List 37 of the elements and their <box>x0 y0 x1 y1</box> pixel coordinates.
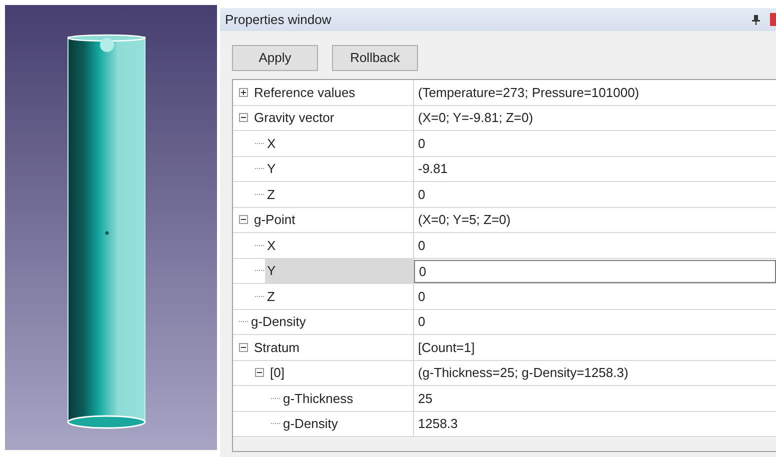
property-value: 1258.3 <box>417 415 459 433</box>
property-name[interactable]: Y <box>265 258 413 283</box>
property-value: 0 <box>417 236 426 254</box>
property-name[interactable]: g-Point <box>252 209 300 230</box>
value-field[interactable]: 0 <box>414 260 776 283</box>
property-value: [Count=1] <box>417 338 476 357</box>
property-name[interactable]: Z <box>265 286 279 307</box>
property-name[interactable]: g-Density <box>281 413 342 434</box>
property-value: 25 <box>417 390 434 408</box>
property-name[interactable]: X <box>265 132 280 154</box>
property-name[interactable]: X <box>265 234 280 256</box>
property-value: (Temperature=273; Pressure=101000) <box>417 84 640 102</box>
property-value: 0 <box>417 288 426 306</box>
property-name[interactable]: g-Thickness <box>281 388 358 409</box>
property-name[interactable]: Gravity vector <box>252 107 338 128</box>
property-value: (g-Thickness=25; g-Density=1258.3) <box>417 364 630 382</box>
toolbar-button[interactable]: Rollback <box>332 45 418 71</box>
collapse-icon[interactable] <box>255 368 264 378</box>
property-value: (X=0; Y=-9.81; Z=0) <box>417 109 534 127</box>
property-value: (X=0; Y=5; Z=0) <box>417 211 512 229</box>
collapse-icon[interactable] <box>239 215 248 224</box>
collapse-icon[interactable] <box>239 342 248 352</box>
property-value: 0 <box>417 313 426 331</box>
toolbar-button[interactable]: Apply <box>232 45 318 71</box>
property-name[interactable]: Y <box>265 158 280 180</box>
property-name[interactable]: g-Density <box>249 311 310 332</box>
property-name[interactable]: Reference values <box>252 82 360 103</box>
property-name[interactable]: [0] <box>268 362 288 384</box>
property-value: 0 <box>417 186 426 204</box>
property-name[interactable]: Z <box>265 184 279 205</box>
collapse-icon[interactable] <box>239 113 248 122</box>
pin-icon[interactable] <box>752 14 760 24</box>
property-name[interactable]: Stratum <box>252 336 304 358</box>
expand-icon[interactable] <box>239 88 248 97</box>
property-value: -9.81 <box>417 160 449 178</box>
panel-title: Properties window <box>225 10 332 29</box>
property-value: 0 <box>417 134 426 152</box>
